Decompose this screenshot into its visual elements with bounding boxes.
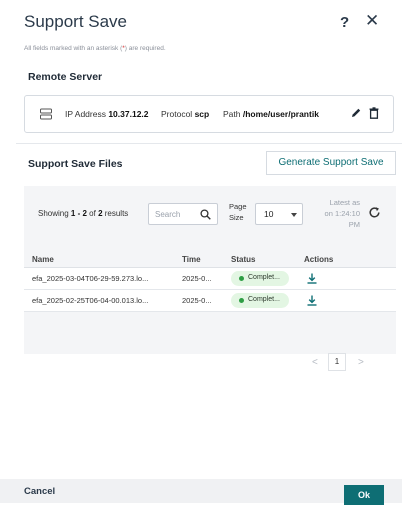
latest-line3: PM	[348, 220, 360, 229]
showing-prefix: Showing	[38, 209, 71, 218]
page-size-line2: Size	[229, 213, 244, 222]
status-badge: Complet...	[231, 271, 289, 286]
trash-icon[interactable]	[369, 107, 379, 119]
remote-server-card: IP Address 10.37.12.2 Protocol scp Path …	[24, 95, 394, 133]
file-name-cell: efa_2025-03-04T06-29-59.273.lo...	[32, 274, 149, 283]
last-updated-text: Latest as on 1:24:10 PM	[304, 197, 360, 230]
close-icon[interactable]: ✕	[365, 11, 379, 31]
ip-value: 10.37.12.2	[108, 109, 149, 119]
protocol: Protocol scp	[161, 109, 209, 119]
path-value: /home/user/prantik	[242, 109, 319, 119]
section-divider	[16, 143, 402, 144]
help-icon[interactable]: ?	[340, 14, 349, 31]
results-summary: Showing 1 - 2 of 2 results	[38, 209, 128, 218]
table-row[interactable]: efa_2025-02-25T06-04-00.013.lo... 2025-0…	[24, 290, 396, 312]
note-prefix: All fields marked with an asterisk (	[24, 45, 123, 52]
download-icon[interactable]	[307, 273, 317, 284]
ok-button[interactable]: Ok	[344, 485, 384, 505]
page-size-label: Page Size	[229, 201, 247, 223]
ip-address: IP Address 10.37.12.2	[65, 109, 149, 119]
required-fields-note: All fields marked with an asterisk (*) a…	[24, 45, 166, 52]
table-row[interactable]: efa_2025-03-04T06-29-59.273.lo... 2025-0…	[24, 268, 396, 290]
protocol-label: Protocol	[161, 109, 193, 119]
pager-prev-button[interactable]: <	[312, 357, 318, 368]
status-badge: Complet...	[231, 293, 289, 308]
search-input[interactable]	[155, 207, 195, 221]
showing-range: 1 - 2	[70, 209, 87, 218]
column-header-name[interactable]: Name	[32, 255, 54, 264]
dialog-footer: Cancel Ok	[0, 479, 402, 505]
ip-label: IP Address	[65, 109, 106, 119]
file-name-cell: efa_2025-02-25T06-04-00.013.lo...	[32, 296, 149, 305]
dialog-title: Support Save	[24, 12, 128, 31]
column-header-status[interactable]: Status	[231, 255, 255, 264]
support-save-files-panel: Showing 1 - 2 of 2 results Page Size 10 L…	[24, 186, 396, 371]
download-icon[interactable]	[307, 295, 317, 306]
server-icon	[40, 108, 52, 120]
showing-suffix: results	[102, 209, 129, 218]
status-text: Complet...	[248, 274, 280, 281]
note-suffix: ) are required.	[124, 45, 166, 52]
page-size-value: 10	[264, 209, 274, 219]
page-size-select[interactable]: 10	[255, 203, 303, 225]
search-box	[148, 203, 218, 225]
file-time-cell: 2025-0...	[182, 296, 212, 305]
showing-of: of	[86, 209, 99, 218]
support-save-dialog: Support Save ? ✕ All fields marked with …	[0, 0, 402, 505]
protocol-value: scp	[194, 109, 210, 119]
cancel-button[interactable]: Cancel	[24, 486, 55, 497]
refresh-icon[interactable]	[368, 206, 381, 219]
status-text: Complet...	[248, 296, 280, 303]
page-size-line1: Page	[229, 202, 247, 211]
latest-line1: Latest as	[329, 198, 360, 207]
path: Path /home/user/prantik	[223, 109, 319, 119]
status-dot	[239, 298, 244, 303]
search-icon[interactable]	[200, 209, 211, 220]
latest-line2: on 1:24:10	[324, 209, 360, 218]
column-header-time[interactable]: Time	[182, 255, 201, 264]
remote-server-title: Remote Server	[28, 71, 103, 83]
pager-next-button[interactable]: >	[358, 357, 364, 368]
path-label: Path	[223, 109, 241, 119]
generate-support-save-button[interactable]: Generate Support Save	[266, 151, 396, 175]
support-save-files-title: Support Save Files	[28, 158, 123, 170]
chevron-down-icon	[291, 213, 297, 217]
column-header-actions: Actions	[304, 255, 334, 264]
pager-page-button[interactable]: 1	[328, 353, 346, 371]
pencil-icon[interactable]	[350, 107, 362, 119]
file-time-cell: 2025-0...	[182, 274, 212, 283]
status-dot	[239, 276, 244, 281]
